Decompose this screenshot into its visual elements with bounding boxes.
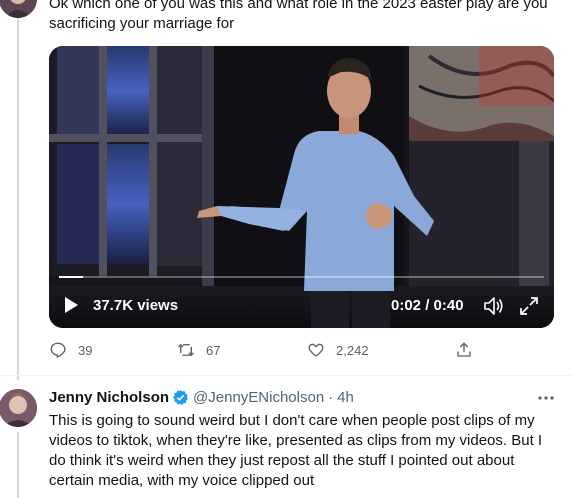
retweet-count: 67 — [206, 342, 221, 358]
fullscreen-button[interactable] — [519, 296, 539, 316]
play-icon — [65, 297, 78, 313]
fullscreen-icon — [520, 297, 538, 315]
view-count: 37.7K views — [93, 297, 179, 314]
thread-line — [17, 432, 19, 498]
retweet-button[interactable]: 67 — [177, 341, 220, 359]
tweet-divider — [0, 375, 572, 376]
more-icon — [538, 396, 554, 400]
video-progress-bar[interactable] — [59, 276, 544, 278]
volume-button[interactable] — [483, 296, 505, 316]
reply-count: 39 — [78, 342, 93, 358]
reply-icon — [50, 342, 66, 358]
video-player[interactable]: 37.7K views 0:02 / 0:40 — [49, 46, 554, 328]
video-frame — [49, 46, 554, 328]
author-name[interactable]: Jenny Nicholson — [49, 389, 169, 406]
more-button[interactable] — [536, 388, 556, 408]
tweet-text-line: This is going to sound weird but I don't… — [49, 412, 535, 429]
tweet-text-line: certain media, with my voice clipped out — [49, 472, 315, 489]
play-button[interactable] — [61, 295, 81, 315]
video-progress-fill — [59, 276, 84, 278]
verified-badge-icon — [173, 390, 188, 405]
thread-line — [17, 0, 19, 380]
video-time: 0:02 / 0:40 — [391, 297, 464, 314]
like-button[interactable]: 2,242 — [307, 341, 369, 359]
tweet-header: Jenny Nicholson @JennyENicholson · 4h — [49, 389, 354, 406]
tweet-text-line: sacrificing your marriage for — [49, 15, 235, 32]
author-handle[interactable]: @JennyENicholson — [193, 389, 324, 406]
reply-button[interactable]: 39 — [49, 341, 92, 359]
avatar[interactable] — [0, 389, 37, 427]
tweet-text-line: Ok which one of you was this and what ro… — [49, 0, 548, 12]
tweet-timestamp[interactable]: 4h — [337, 389, 354, 406]
share-button[interactable] — [455, 341, 484, 359]
separator-dot: · — [328, 389, 334, 406]
heart-icon — [308, 343, 324, 357]
tweet-actions: 39 67 2,242 — [49, 341, 479, 363]
volume-icon — [484, 297, 503, 315]
like-count: 2,242 — [336, 342, 369, 358]
tweet-text-line: videos to tiktok, when they're like, pre… — [49, 432, 543, 449]
avatar[interactable] — [0, 0, 37, 18]
tweet-text-line: do think it's weird when they just repos… — [49, 452, 515, 469]
share-icon — [457, 342, 471, 357]
retweet-icon — [178, 343, 194, 357]
